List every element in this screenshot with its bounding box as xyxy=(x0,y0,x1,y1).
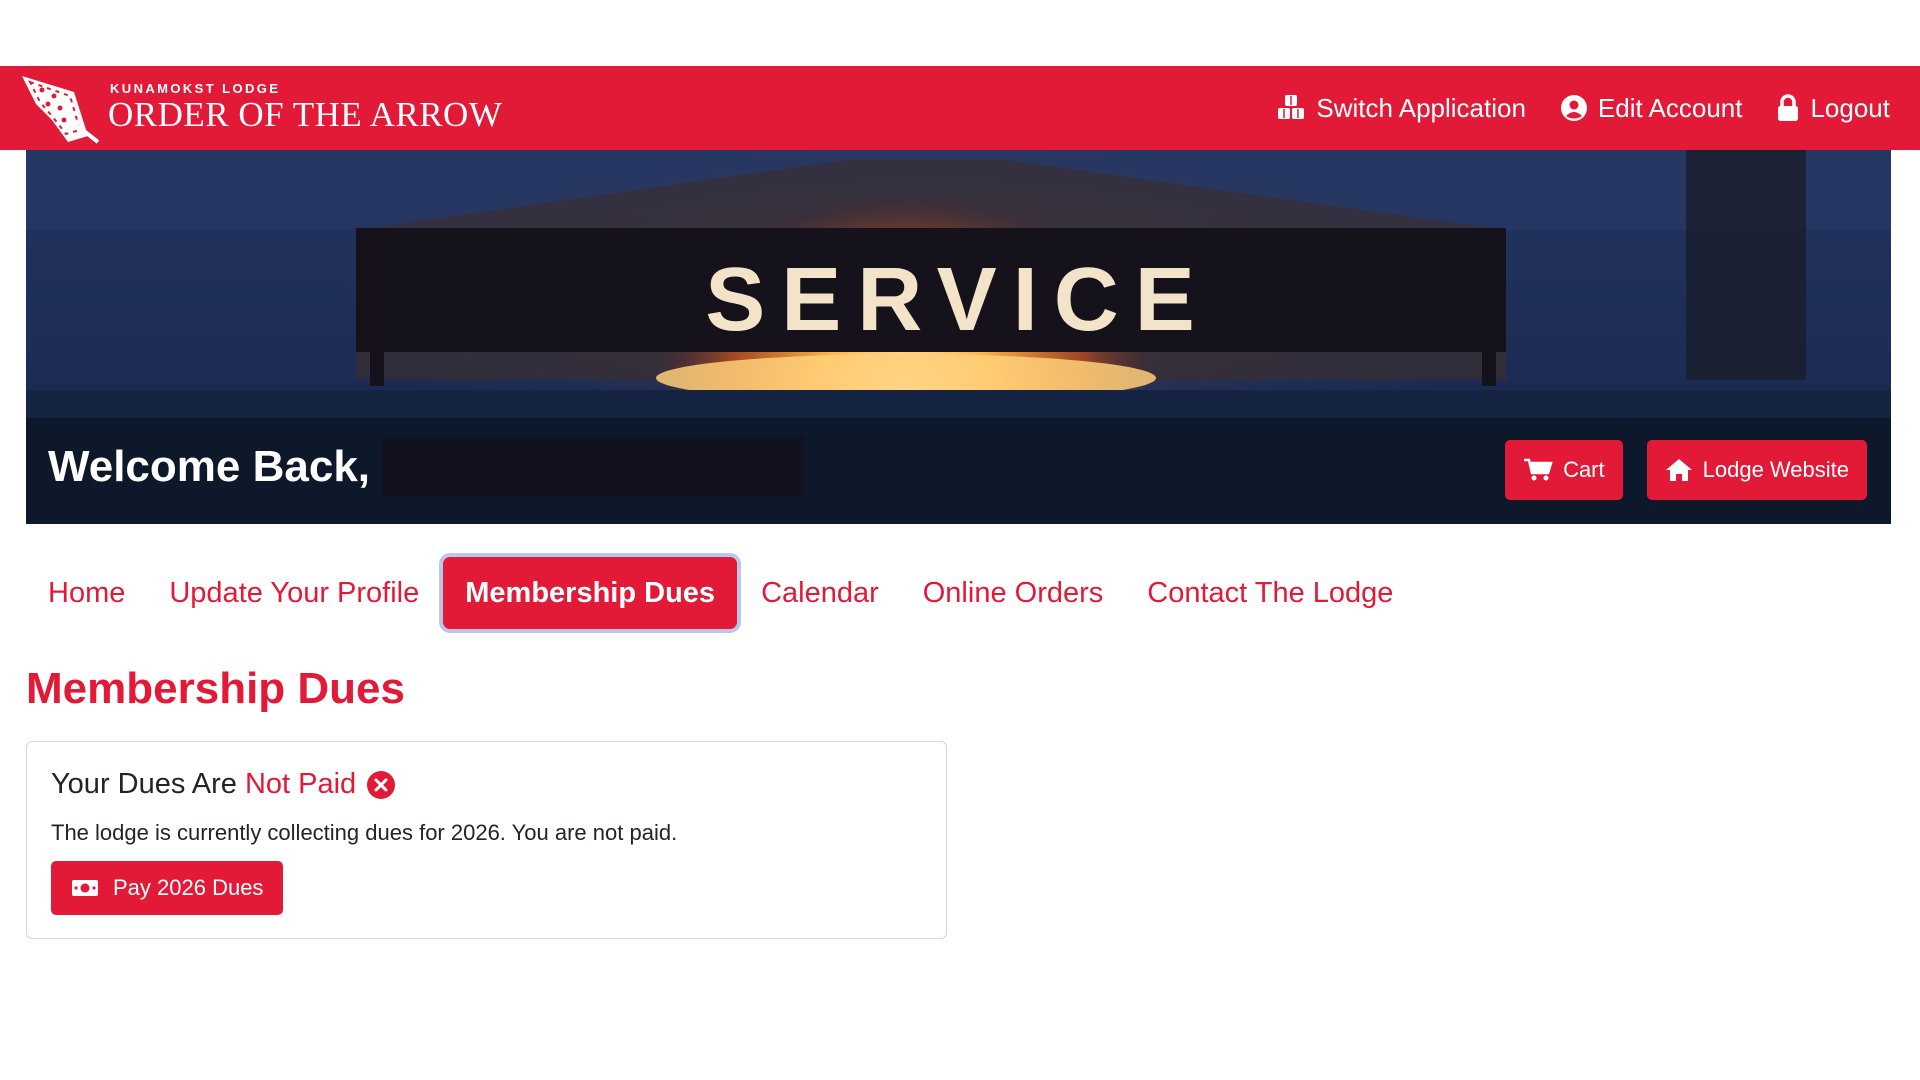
welcome-text: Welcome Back, xyxy=(48,442,371,491)
tab-contact-lodge[interactable]: Contact The Lodge xyxy=(1125,557,1415,629)
switch-application-link[interactable]: Switch Application xyxy=(1276,93,1526,124)
pay-dues-label: Pay 2026 Dues xyxy=(113,875,264,900)
logout-link[interactable]: Logout xyxy=(1776,93,1890,124)
lodge-website-label: Lodge Website xyxy=(1702,457,1849,482)
pay-dues-button[interactable]: Pay 2026 Dues xyxy=(51,861,284,915)
tab-calendar[interactable]: Calendar xyxy=(739,557,901,629)
cart-label: Cart xyxy=(1563,457,1605,482)
dues-status-text: Not Paid xyxy=(244,768,357,800)
redacted-username xyxy=(382,437,805,497)
tab-home[interactable]: Home xyxy=(26,557,147,629)
cart-button[interactable]: Cart xyxy=(1505,440,1623,500)
page-title: Membership Dues xyxy=(26,664,405,713)
top-header-bar: KUNAMOKST LODGE ORDER OF THE ARROW Switc… xyxy=(0,66,1920,150)
x-circle-icon xyxy=(367,770,396,799)
dues-heading-prefix: Your Dues Are xyxy=(51,768,237,800)
service-sign-text: SERVICE xyxy=(705,250,1211,350)
hero-buttons: Cart Lodge Website xyxy=(1505,440,1867,500)
tab-online-orders[interactable]: Online Orders xyxy=(901,557,1126,629)
brand[interactable]: KUNAMOKST LODGE ORDER OF THE ARROW xyxy=(0,66,502,150)
user-circle-icon xyxy=(1560,95,1587,121)
dues-status-heading: Your Dues Are Not Paid xyxy=(51,768,396,801)
home-icon xyxy=(1665,459,1692,481)
logout-label: Logout xyxy=(1810,92,1890,123)
lodge-website-button[interactable]: Lodge Website xyxy=(1646,440,1867,500)
cart-icon xyxy=(1524,458,1553,481)
hero-banner: SERVICE Welcome Back, Cart Lodge Website xyxy=(26,150,1891,524)
cubes-icon xyxy=(1278,95,1305,119)
money-bill-icon xyxy=(72,880,98,896)
arrowhead-logo-icon xyxy=(22,76,100,144)
dues-status-card: Your Dues Are Not Paid The lodge is curr… xyxy=(26,741,947,939)
dues-message: The lodge is currently collecting dues f… xyxy=(51,820,678,845)
tab-membership-dues[interactable]: Membership Dues xyxy=(443,557,738,629)
section-tabs: Home Update Your Profile Membership Dues… xyxy=(26,557,1415,629)
lock-icon xyxy=(1778,94,1799,121)
edit-account-link[interactable]: Edit Account xyxy=(1560,92,1743,124)
switch-application-label: Switch Application xyxy=(1316,92,1526,123)
tab-update-profile[interactable]: Update Your Profile xyxy=(147,557,441,629)
welcome-message: Welcome Back, xyxy=(48,437,805,497)
top-nav: Switch Application Edit Account Logout xyxy=(1276,93,1920,124)
edit-account-label: Edit Account xyxy=(1597,92,1743,123)
lodge-name: KUNAMOKST LODGE xyxy=(110,81,281,96)
organization-name: ORDER OF THE ARROW xyxy=(108,95,503,134)
